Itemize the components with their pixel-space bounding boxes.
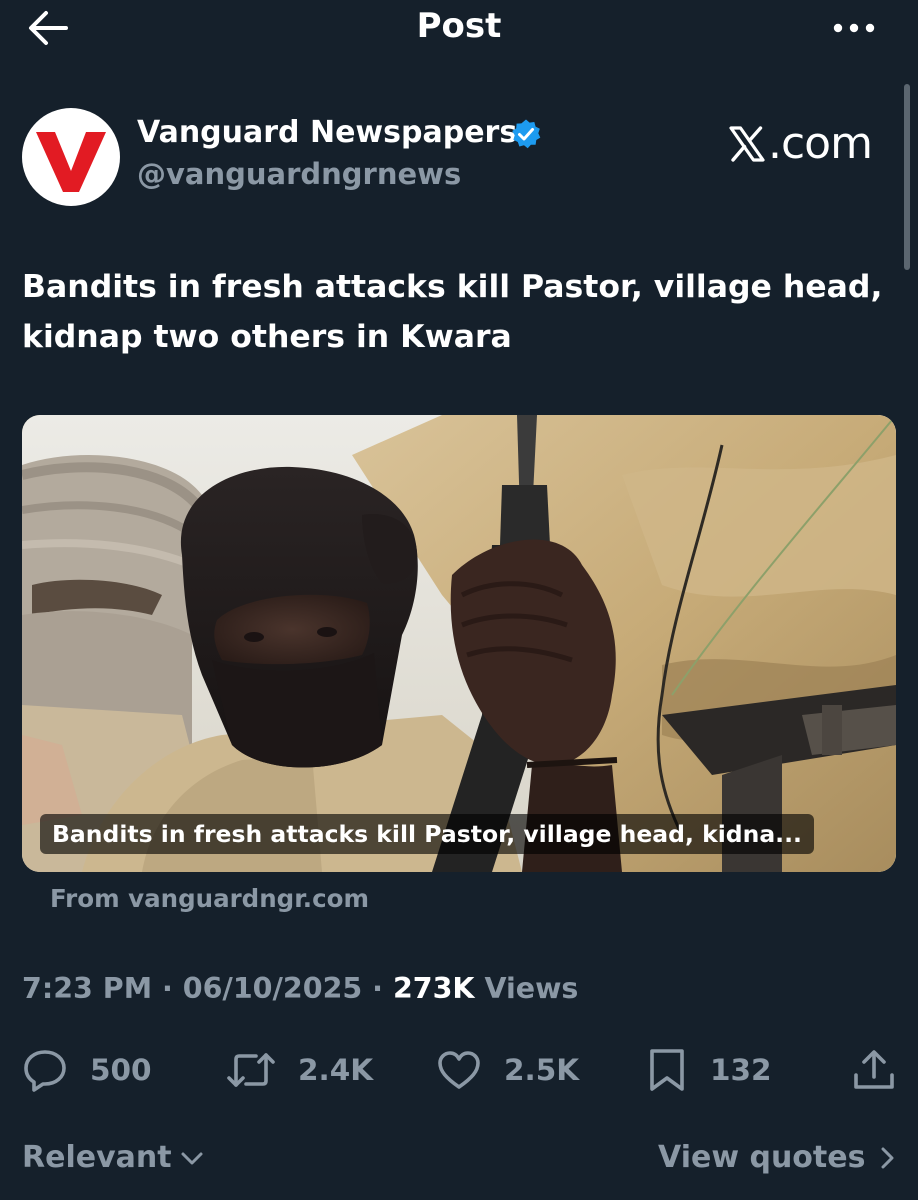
like-button[interactable]: 2.5K xyxy=(436,1046,579,1094)
view-quotes-link[interactable]: View quotes xyxy=(658,1140,901,1175)
xcom-watermark: .com xyxy=(728,118,873,169)
like-icon xyxy=(438,1051,480,1089)
author-name[interactable]: Vanguard Newspapers xyxy=(137,115,517,150)
bookmark-count: 132 xyxy=(710,1053,772,1087)
repost-button[interactable]: 2.4K xyxy=(226,1046,373,1094)
view-quotes-label: View quotes xyxy=(658,1140,866,1175)
card-source[interactable]: From vanguardngr.com xyxy=(50,884,369,913)
post-meta: 7:23 PM · 06/10/2025 · 273K Views xyxy=(22,972,578,1005)
meta-separator: · xyxy=(372,972,383,1005)
reply-button[interactable]: 500 xyxy=(22,1046,152,1094)
top-bar: Post xyxy=(0,0,918,56)
post-page: Post Vanguard Newspapers @vanguardngrnew… xyxy=(0,0,918,1200)
chevron-down-icon xyxy=(181,1152,203,1164)
repost-count: 2.4K xyxy=(298,1053,374,1087)
chevron-right-icon xyxy=(881,1147,894,1168)
vanguard-logo xyxy=(36,132,106,192)
bookmark-button[interactable]: 132 xyxy=(646,1046,772,1094)
article-photo xyxy=(22,415,896,872)
watermark-suffix: .com xyxy=(768,118,873,169)
sort-label: Relevant xyxy=(22,1140,172,1175)
card-caption: Bandits in fresh attacks kill Pastor, vi… xyxy=(40,814,814,854)
page-title: Post xyxy=(416,6,502,46)
share-icon xyxy=(854,1050,894,1089)
like-count: 2.5K xyxy=(504,1053,580,1087)
more-icon xyxy=(833,23,875,33)
views-count: 273K xyxy=(392,972,475,1005)
avatar[interactable] xyxy=(22,108,120,206)
sort-dropdown[interactable]: Relevant xyxy=(22,1140,206,1175)
reply-icon xyxy=(24,1050,66,1092)
x-logo-icon xyxy=(729,125,765,162)
reply-count: 500 xyxy=(90,1053,152,1087)
scrollbar[interactable] xyxy=(904,84,910,270)
post-text: Bandits in fresh attacks kill Pastor, vi… xyxy=(22,269,883,355)
author-handle[interactable]: @vanguardngrnews xyxy=(137,157,461,191)
more-options-button[interactable] xyxy=(826,10,882,46)
link-card[interactable]: Bandits in fresh attacks kill Pastor, vi… xyxy=(22,415,896,872)
repost-icon xyxy=(227,1053,275,1087)
post-date[interactable]: 06/10/2025 xyxy=(183,972,362,1005)
views-label: Views xyxy=(484,972,579,1005)
share-button[interactable] xyxy=(852,1046,896,1094)
bookmark-icon xyxy=(650,1049,684,1091)
post-time[interactable]: 7:23 PM xyxy=(22,972,152,1005)
meta-separator: · xyxy=(162,972,173,1005)
verified-badge-icon xyxy=(512,119,541,149)
